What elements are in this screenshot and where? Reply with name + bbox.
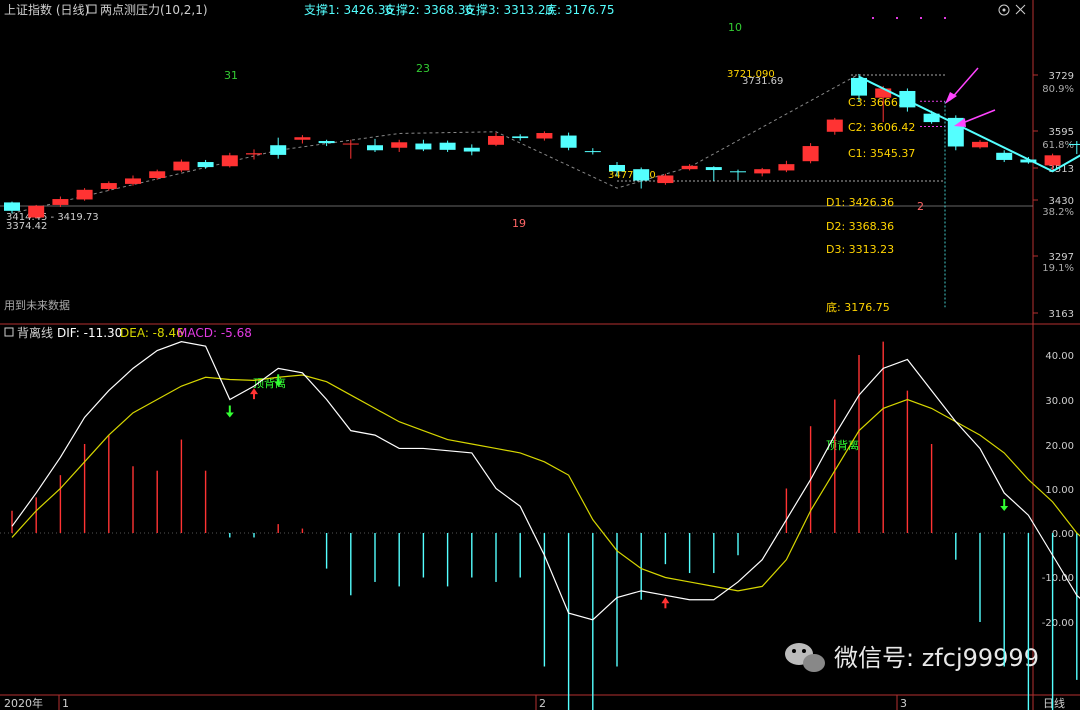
period-label[interactable]: 日线 <box>1043 696 1065 710</box>
pct-tick: 80.9% <box>1042 84 1074 95</box>
candle-body <box>730 171 746 173</box>
candle-body <box>221 155 238 167</box>
dea-label: DEA: -8.46 <box>120 326 184 340</box>
macd-y-tick: 30.00 <box>1045 396 1074 407</box>
bottom-label: 底: 3176.75 <box>545 2 614 17</box>
count-label: 2 <box>917 200 924 213</box>
support2-label: 支撑2: 3368.36 <box>384 2 473 17</box>
level-c1: C1: 3545.37 <box>848 147 915 160</box>
chart-canvas: 上证指数 (日线) 两点测压力(10,2,1) 支撑1: 3426.36 支撑2… <box>0 0 1080 710</box>
watermark-text: 微信号: zfcj99999 <box>834 644 1039 672</box>
macd-y-tick: 40.00 <box>1045 351 1074 362</box>
pct-tick: 38.2% <box>1042 207 1074 218</box>
candle-body <box>197 162 214 168</box>
candle-body <box>705 167 722 171</box>
level-d3: D3: 3313.23 <box>826 243 894 256</box>
divergence-label: 顶背离 <box>826 438 859 452</box>
month-label: 2 <box>539 697 546 710</box>
candle-body <box>4 202 20 211</box>
candle-body <box>100 183 117 189</box>
candle-body <box>294 137 311 140</box>
month-label: 1 <box>62 697 69 710</box>
level-d2: D2: 3368.36 <box>826 220 894 233</box>
candle-body <box>584 151 601 153</box>
y-tick: 3297 <box>1049 252 1074 263</box>
count-label: 31 <box>224 69 238 82</box>
year-label: 2020年 <box>4 696 43 710</box>
candle-body <box>415 143 432 150</box>
chart-title: 上证指数 (日线) <box>4 2 89 17</box>
candle-body <box>996 152 1013 160</box>
candle-body <box>342 143 359 145</box>
candle-body <box>367 145 383 151</box>
macd-y-tick: 10.00 <box>1045 485 1074 496</box>
pct-tick: 19.1% <box>1042 263 1074 274</box>
candle-body <box>778 164 795 171</box>
candle-body <box>246 153 262 155</box>
month-label: 3 <box>900 697 907 710</box>
candle-body <box>318 141 335 144</box>
macd-label: MACD: -5.68 <box>177 326 252 340</box>
candle-body <box>76 189 93 200</box>
level-d1: D1: 3426.36 <box>826 196 894 209</box>
y-tick: 3163 <box>1049 309 1074 320</box>
candle-body <box>439 142 456 150</box>
count-label: 10 <box>728 21 742 34</box>
candle-body <box>1044 155 1061 166</box>
candle-body <box>875 88 892 98</box>
candle-body <box>972 141 988 148</box>
candle-body <box>754 169 771 174</box>
support1-label: 支撑1: 3426.36 <box>304 2 393 17</box>
future-data-note: 用到未来数据 <box>4 298 70 312</box>
indicator-name[interactable]: 两点测压力(10,2,1) <box>100 3 208 17</box>
candle-body <box>681 165 698 170</box>
macd-y-tick: 20.00 <box>1045 441 1074 452</box>
low-marker-label2: 3374.42 <box>6 221 47 232</box>
dif-label: DIF: -11.30 <box>57 326 122 340</box>
pct-tick: 61.8% <box>1042 140 1074 151</box>
candle-body <box>512 136 529 139</box>
candle-body <box>1068 143 1080 145</box>
macd-y-tick: 0.00 <box>1052 529 1074 540</box>
count-label: 19 <box>512 217 526 230</box>
candle-body <box>560 135 577 148</box>
candle-body <box>149 171 166 179</box>
candle-body <box>899 90 916 108</box>
level-bottom: 底: 3176.75 <box>826 300 890 314</box>
candle-body <box>536 133 553 139</box>
count-label: 23 <box>416 62 430 75</box>
candle-body <box>609 164 625 172</box>
candle-body <box>270 145 287 155</box>
candle-body <box>173 161 190 171</box>
candle-body <box>391 142 408 148</box>
peak-label2: 3731.69 <box>742 76 783 87</box>
y-tick: 3595 <box>1049 127 1074 138</box>
level-c2: C2: 3606.42 <box>848 121 915 134</box>
candle-body <box>28 205 45 218</box>
candle-body <box>633 169 650 181</box>
candle-body <box>52 199 69 205</box>
candle-body <box>826 119 843 132</box>
candle-body <box>657 175 674 184</box>
macd-name[interactable]: 背离线 <box>17 325 53 340</box>
candle-body <box>125 178 141 184</box>
macd-y-tick: -20.00 <box>1042 618 1074 629</box>
y-tick: 3729 <box>1049 71 1074 82</box>
candle-body <box>488 135 504 145</box>
support3-label: 支撑3: 3313.23 <box>464 2 553 17</box>
candle-body <box>463 147 480 152</box>
candle-body <box>851 77 867 96</box>
candle-body <box>802 146 819 162</box>
y-tick: 3430 <box>1049 196 1074 207</box>
